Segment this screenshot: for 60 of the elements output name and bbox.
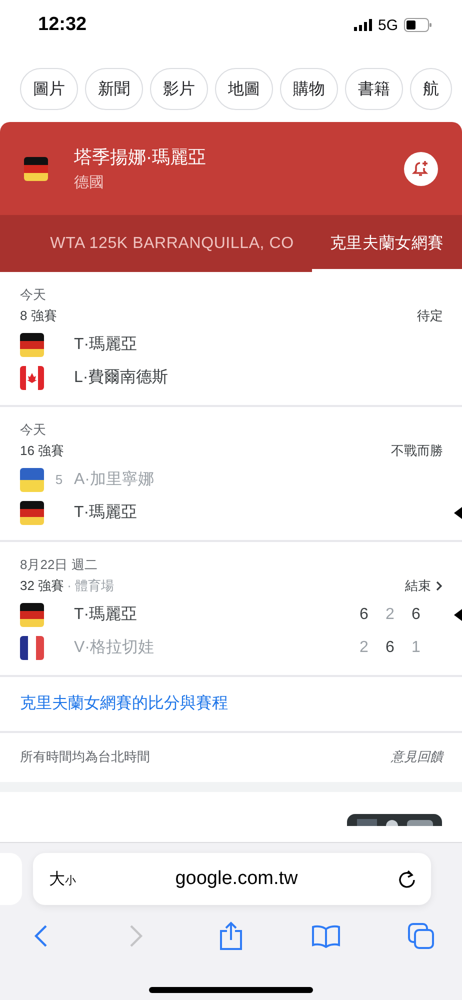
set-score: 6: [410, 606, 422, 624]
match-status: 不戰而勝: [391, 442, 443, 460]
opponent-name: V·格拉切娃: [74, 638, 154, 658]
filter-chip[interactable]: 地圖: [215, 68, 273, 110]
match-round: 8 強賽: [20, 307, 57, 325]
flag-icon: [24, 156, 48, 180]
flag-icon: [20, 366, 44, 390]
opponent-name: T·瑪麗亞: [74, 605, 138, 625]
filter-chip[interactable]: 購物: [280, 68, 338, 110]
filter-chip[interactable]: 新聞: [85, 68, 143, 110]
signal-icon: [354, 19, 372, 31]
opponent-name: A·加里寧娜: [74, 470, 154, 490]
match-venue: · 體育場: [67, 577, 114, 595]
set-score: 1: [410, 638, 422, 656]
share-icon: [219, 921, 243, 951]
feedback-link[interactable]: 意見回饋: [391, 748, 443, 766]
filter-chip[interactable]: 書籍: [345, 68, 403, 110]
filter-chip[interactable]: 航: [410, 68, 452, 110]
match-round: 16 強賽: [20, 442, 64, 460]
set-score: 2: [384, 606, 396, 624]
opponent-name: T·瑪麗亞: [74, 335, 138, 355]
battery-icon: [404, 18, 432, 32]
reload-icon[interactable]: [397, 869, 417, 889]
set-score: 6: [384, 638, 396, 656]
flag-icon: [20, 500, 44, 524]
bell-icon: [412, 160, 430, 178]
match-date: 8月22日 週二: [20, 556, 98, 574]
clock-time: 12:32: [38, 14, 87, 36]
flag-icon: [20, 636, 44, 660]
text-size-button[interactable]: 大小: [49, 868, 76, 890]
url-text: google.com.tw: [174, 868, 299, 890]
match-status: 待定: [417, 307, 443, 325]
flag-icon: [20, 468, 44, 492]
opponent-name: L·費爾南德斯: [74, 368, 168, 388]
set-score: 2: [358, 638, 370, 656]
schedule-link[interactable]: 克里夫蘭女網賽的比分與賽程: [0, 677, 462, 733]
tabs-icon: [407, 922, 435, 950]
tournament-tab[interactable]: WTA 125K BARRANQUILLA, CO: [32, 215, 312, 272]
flag-icon: [20, 602, 44, 626]
player-country: 德國: [74, 173, 105, 192]
tournament-tab[interactable]: 克里夫蘭女網賽: [312, 215, 462, 272]
chevron-right-icon: [129, 924, 143, 948]
filter-chip[interactable]: 影片: [150, 68, 208, 110]
match-status-link[interactable]: 結束: [405, 577, 443, 595]
match-date: 今天: [20, 286, 47, 304]
seed-number: 5: [54, 472, 64, 487]
filter-chip[interactable]: 圖片: [20, 68, 78, 110]
chevron-left-icon: [34, 924, 48, 948]
set-score: 6: [358, 606, 370, 624]
chevron-right-icon: [435, 580, 443, 592]
timezone-note: 所有時間均為台北時間: [20, 748, 150, 766]
network-type: 5G: [378, 16, 398, 34]
opponent-name: T·瑪麗亞: [74, 503, 138, 523]
add-alert-button[interactable]: [404, 152, 438, 186]
book-icon: [311, 924, 341, 948]
player-name: 塔季揚娜·瑪麗亞: [74, 146, 207, 169]
match-round: 32 強賽: [20, 577, 64, 595]
flag-icon: [20, 332, 44, 356]
address-bar[interactable]: 大小 google.com.tw: [33, 853, 431, 905]
match-date: 今天: [20, 421, 47, 439]
